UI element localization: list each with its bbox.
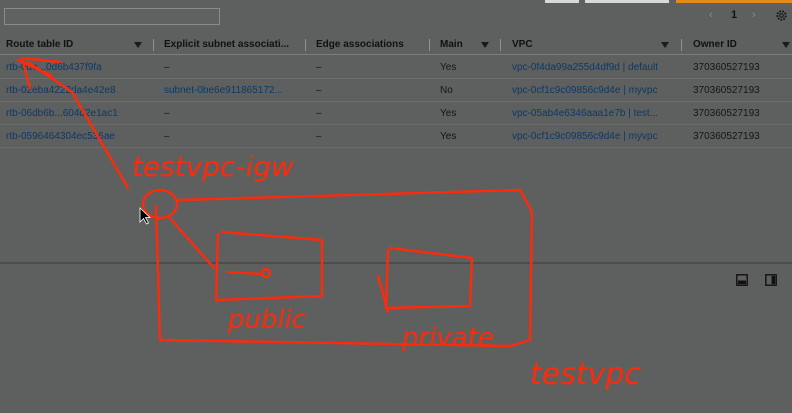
owner-id-cell: 370360527193 <box>693 131 760 142</box>
edge-association-cell: – <box>316 62 322 73</box>
owner-id-cell: 370360527193 <box>693 85 760 96</box>
search-input[interactable] <box>4 8 220 25</box>
owner-id-cell: 370360527193 <box>693 108 760 119</box>
route-table-id-link[interactable]: rtb-02eba4222da4e42e8 <box>6 79 152 102</box>
table-row[interactable]: rtb-02eba4222da4e42e8 subnet-0be6e911865… <box>0 79 792 102</box>
main-cell: Yes <box>440 62 457 73</box>
column-header-route-table-id[interactable]: Route table ID <box>6 35 132 55</box>
main-cell: No <box>440 85 453 96</box>
annotation-line <box>166 214 216 270</box>
vpc-link[interactable]: vpc-0f4da99a255d4df9d | default <box>512 56 678 79</box>
caret-down-icon[interactable] <box>661 41 669 49</box>
column-header-edge-associations[interactable]: Edge associations <box>316 35 426 55</box>
igw-circle <box>141 188 179 220</box>
main-cell: Yes <box>440 131 457 142</box>
column-header-main[interactable]: Main <box>440 35 476 55</box>
column-header-explicit-subnet[interactable]: Explicit subnet associati... <box>164 35 296 55</box>
split-panel-divider[interactable] <box>0 262 792 264</box>
next-page-button[interactable]: › <box>752 8 756 22</box>
caret-down-icon[interactable] <box>134 41 142 49</box>
page-number[interactable]: 1 <box>731 8 737 22</box>
edge-association-cell: – <box>316 108 322 119</box>
route-table-id-link[interactable]: rtb-06db6b...604d2e1ac1 <box>6 102 152 125</box>
subnet-association-cell: – <box>164 131 170 142</box>
main-cell: Yes <box>440 108 457 119</box>
table-row[interactable]: rtb-0596464304ec536ae – – Yes vpc-0cf1c9… <box>0 125 792 148</box>
annotation-public-label: public <box>227 305 306 335</box>
vpc-link[interactable]: vpc-0cf1c9c09856c9d4e | myvpc <box>512 125 678 148</box>
column-resize-handle[interactable] <box>681 39 682 51</box>
column-header-owner-id[interactable]: Owner ID <box>693 35 763 55</box>
gear-icon[interactable] <box>775 9 788 22</box>
public-subnet-box <box>214 230 324 302</box>
column-resize-handle[interactable] <box>305 39 306 51</box>
table-toolbar: ‹ 1 › <box>0 0 792 34</box>
annotation-igw-label: testvpc-igw <box>132 150 294 183</box>
edge-association-cell: – <box>316 131 322 142</box>
annotation-line <box>226 270 264 276</box>
panel-layout-icon[interactable] <box>765 274 777 286</box>
edge-association-cell: – <box>316 85 322 96</box>
vpc-link[interactable]: vpc-0cf1c9c09856c9d4e | myvpc <box>512 79 678 102</box>
route-table-id-link[interactable]: rtb-0596464304ec536ae <box>6 125 152 148</box>
mouse-cursor-icon <box>139 207 152 225</box>
actions-dropdown-button[interactable] <box>585 0 669 3</box>
panel-layout-icon[interactable] <box>736 274 748 286</box>
subnet-association-link[interactable]: subnet-0be6e911865172... <box>164 79 300 102</box>
column-resize-handle[interactable] <box>500 39 501 51</box>
table-row[interactable]: rtb-0de...0d6b437f9fa – – Yes vpc-0f4da9… <box>0 56 792 79</box>
column-resize-handle[interactable] <box>429 39 430 51</box>
owner-id-cell: 370360527193 <box>693 62 760 73</box>
table-header: Route table ID Explicit subnet associati… <box>0 35 792 55</box>
caret-down-icon[interactable] <box>782 41 790 49</box>
annotation-dot <box>260 267 272 279</box>
annotation-vpc-label: testvpc <box>530 357 641 392</box>
caret-down-icon[interactable] <box>481 41 489 49</box>
column-header-vpc[interactable]: VPC <box>512 35 652 55</box>
annotation-private-label: private <box>401 323 494 353</box>
vpc-link[interactable]: vpc-05ab4e6346aaa1e7b | test... <box>512 102 678 125</box>
annotation-line <box>376 274 390 314</box>
create-route-table-button[interactable] <box>676 0 792 3</box>
action-button[interactable] <box>545 0 579 3</box>
column-resize-handle[interactable] <box>153 39 154 51</box>
prev-page-button[interactable]: ‹ <box>709 8 713 22</box>
table-row[interactable]: rtb-06db6b...604d2e1ac1 – – Yes vpc-05ab… <box>0 102 792 125</box>
subnet-association-cell: – <box>164 108 170 119</box>
private-subnet-box <box>384 246 474 310</box>
vpc-box <box>154 188 534 348</box>
route-table-id-link[interactable]: rtb-0de...0d6b437f9fa <box>6 56 152 79</box>
subnet-association-cell: – <box>164 62 170 73</box>
